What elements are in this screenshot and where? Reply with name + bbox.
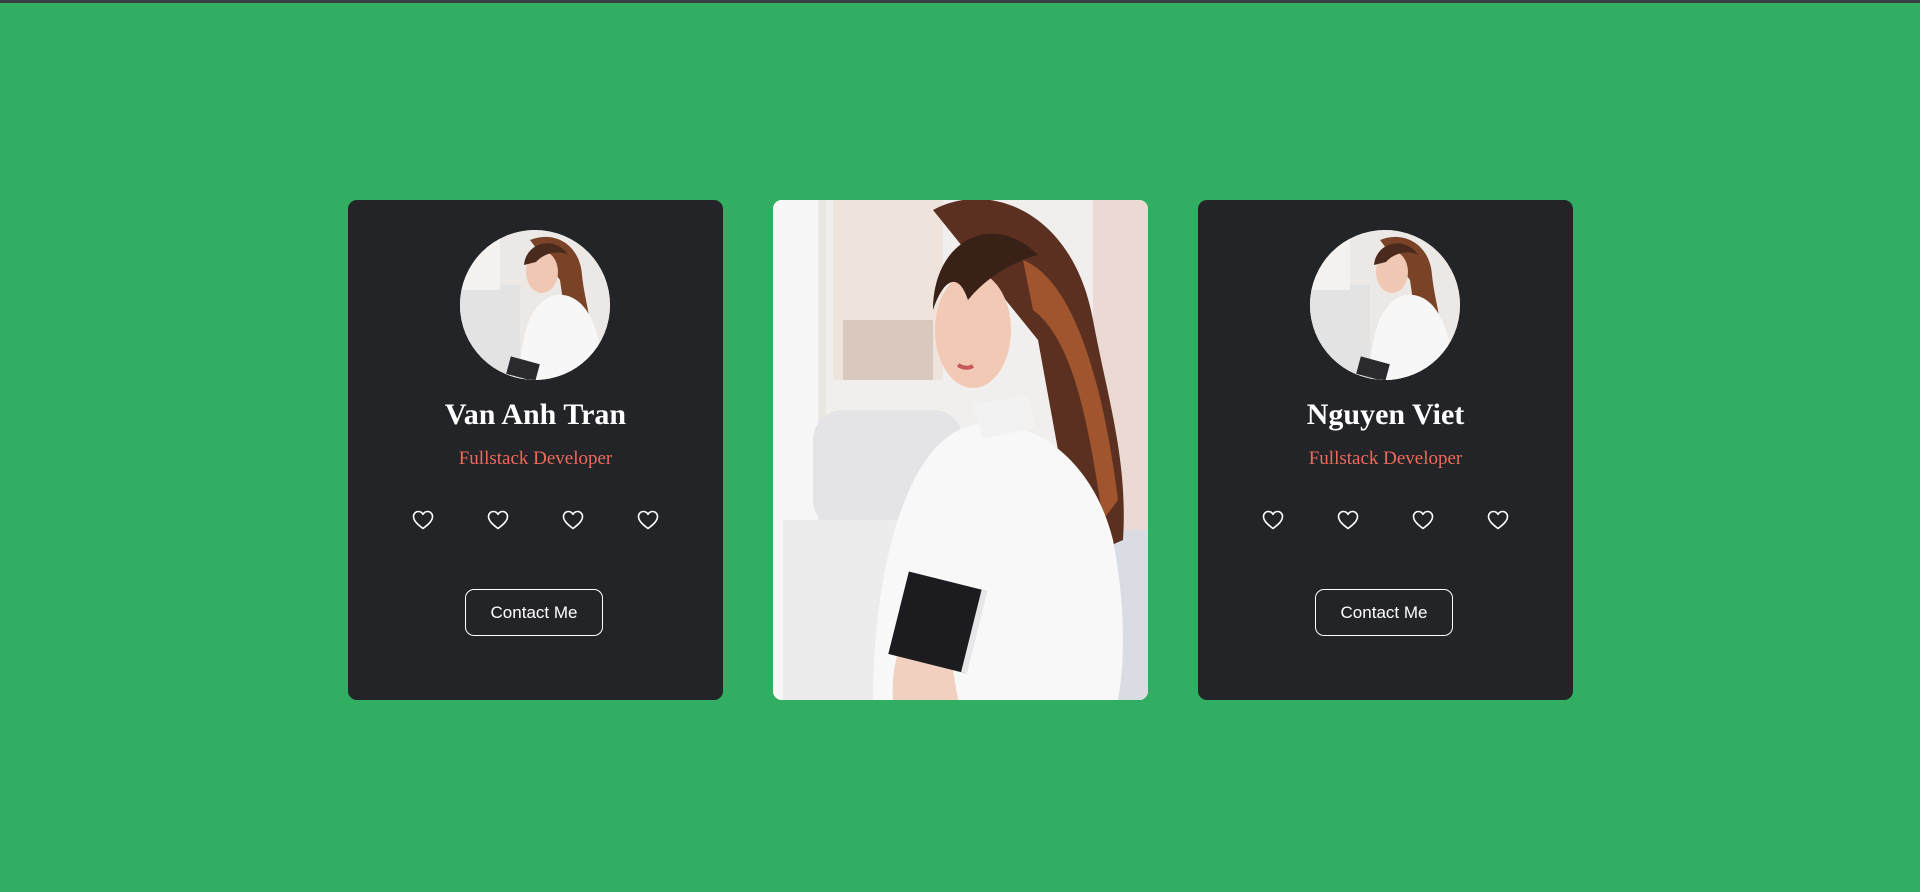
avatar	[460, 230, 610, 380]
heart-icon[interactable]	[1261, 508, 1285, 532]
profile-card: Nguyen Viet Fullstack Developer Contact …	[1198, 200, 1573, 700]
profile-name: Nguyen Viet	[1306, 398, 1465, 431]
top-border	[0, 0, 1920, 3]
photo-card	[773, 200, 1148, 700]
heart-icon[interactable]	[411, 508, 435, 532]
social-links	[348, 508, 723, 532]
heart-icon[interactable]	[561, 508, 585, 532]
profile-card: Van Anh Tran Fullstack Developer Contact…	[348, 200, 723, 700]
heart-icon[interactable]	[1411, 508, 1435, 532]
heart-icon[interactable]	[486, 508, 510, 532]
avatar	[1310, 230, 1460, 380]
social-links	[1198, 508, 1573, 532]
heart-icon[interactable]	[1336, 508, 1360, 532]
contact-me-button[interactable]: Contact Me	[1315, 589, 1453, 636]
profile-name: Van Anh Tran	[444, 398, 627, 431]
profile-role: Fullstack Developer	[458, 448, 613, 469]
profile-photo	[773, 200, 1148, 700]
heart-icon[interactable]	[1486, 508, 1510, 532]
contact-me-button[interactable]: Contact Me	[465, 589, 603, 636]
profile-role: Fullstack Developer	[1308, 448, 1463, 469]
heart-icon[interactable]	[636, 508, 660, 532]
